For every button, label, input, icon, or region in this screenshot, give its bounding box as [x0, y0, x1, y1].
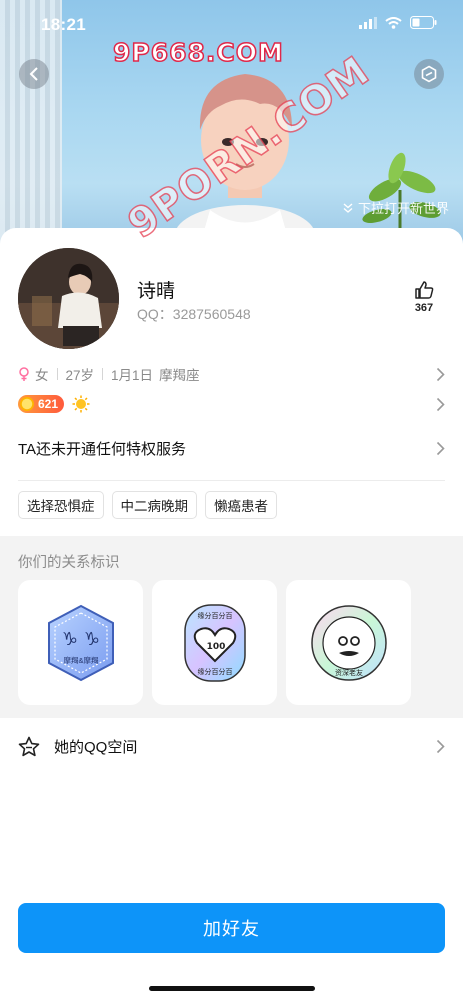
- relation-section: 你们的关系标识 ♑ ♑ 摩羯&摩羯 缘分百分百 100 缘分百分百 资深老友: [0, 536, 463, 718]
- svg-text:♑: ♑: [61, 629, 77, 650]
- avatar-photo: [18, 248, 119, 349]
- capricorn-badge-icon: ♑ ♑ 摩羯&摩羯: [47, 604, 114, 681]
- face-badge-icon: 资深老友: [310, 604, 387, 681]
- chevron-right-icon: [436, 367, 445, 381]
- privilege-service-label: TA还未开通任何特权服务: [18, 440, 187, 458]
- like-button[interactable]: 367: [409, 280, 439, 314]
- chevron-right-icon: [436, 441, 445, 455]
- watermark-text: 9P668.COM: [112, 37, 284, 68]
- separator: [102, 368, 104, 380]
- basic-info-row[interactable]: 女 27岁 1月1日 摩羯座: [18, 364, 445, 384]
- badge-caption-bottom: 缘分百分百: [197, 667, 232, 676]
- badge-caption-top: 缘分百分百: [197, 611, 232, 620]
- relation-badge-card[interactable]: 资深老友: [286, 580, 411, 705]
- signal-icon: [359, 16, 377, 29]
- profile-card: 诗晴 QQ：3287560548 367 女 27岁 1月1日 摩羯座 621: [0, 228, 463, 1000]
- wifi-icon: [385, 16, 402, 29]
- divider: [18, 480, 445, 481]
- status-icons: [359, 16, 437, 29]
- separator: [56, 368, 58, 380]
- star-icon: [18, 736, 40, 756]
- heart-100-badge-icon: 缘分百分百 100 缘分百分百: [183, 603, 246, 682]
- like-count: 367: [414, 302, 434, 314]
- zodiac-text: 摩羯座: [159, 368, 200, 383]
- back-button[interactable]: [19, 59, 49, 89]
- status-time: 18:21: [41, 15, 86, 34]
- hexagon-icon: [421, 65, 437, 83]
- chevron-right-icon: [436, 397, 445, 411]
- relation-badge-card[interactable]: ♑ ♑ 摩羯&摩羯: [18, 580, 143, 705]
- qzone-label: 她的QQ空间: [54, 738, 138, 756]
- chevron-right-icon: [436, 739, 445, 753]
- tag-item[interactable]: 选择恐惧症: [18, 491, 104, 519]
- profile-name: 诗晴: [137, 281, 176, 302]
- qzone-row[interactable]: 她的QQ空间: [18, 732, 445, 760]
- thumbs-up-icon: [415, 281, 434, 299]
- female-icon: [19, 367, 29, 381]
- svg-text:100: 100: [206, 642, 225, 652]
- coin-icon: [20, 397, 34, 411]
- chevron-left-icon: [29, 67, 38, 81]
- relation-badge-card[interactable]: 缘分百分百 100 缘分百分百: [152, 580, 277, 705]
- sun-icon: [72, 395, 90, 413]
- badge-caption: 摩羯&摩羯: [63, 655, 99, 665]
- home-indicator: [149, 986, 315, 991]
- level-value: 621: [38, 397, 59, 411]
- relation-badges: ♑ ♑ 摩羯&摩羯 缘分百分百 100 缘分百分百 资深老友: [18, 580, 411, 705]
- gender-text: 女: [35, 368, 49, 383]
- battery-icon: [410, 16, 437, 29]
- badge-caption: 资深老友: [335, 668, 363, 677]
- relation-title: 你们的关系标识: [18, 555, 120, 571]
- avatar-3d-illustration: [175, 74, 315, 245]
- qq-number[interactable]: QQ：3287560548: [137, 304, 251, 324]
- tag-item[interactable]: 中二病晚期: [111, 491, 197, 519]
- level-row[interactable]: 621: [18, 394, 445, 414]
- privilege-service-row[interactable]: TA还未开通任何特权服务: [18, 436, 445, 460]
- birthday-text: 1月1日: [111, 368, 154, 383]
- age-text: 27岁: [65, 368, 95, 383]
- svg-text:♑: ♑: [83, 629, 99, 650]
- tag-item[interactable]: 懒癌患者: [205, 491, 277, 519]
- add-friend-button[interactable]: 加好友: [18, 903, 445, 953]
- customize-button[interactable]: [414, 59, 444, 89]
- pull-down-hint[interactable]: 下拉打开新世界: [342, 198, 449, 217]
- personal-tags: 选择恐惧症 中二病晚期 懒癌患者: [18, 491, 277, 519]
- level-badge: 621: [18, 395, 65, 413]
- pull-hint-label: 下拉打开新世界: [357, 201, 449, 216]
- profile-banner[interactable]: 18:21 9P668.COM 下拉打开新世界: [0, 0, 463, 245]
- double-chevron-down-icon: [343, 202, 353, 213]
- avatar[interactable]: [18, 248, 119, 349]
